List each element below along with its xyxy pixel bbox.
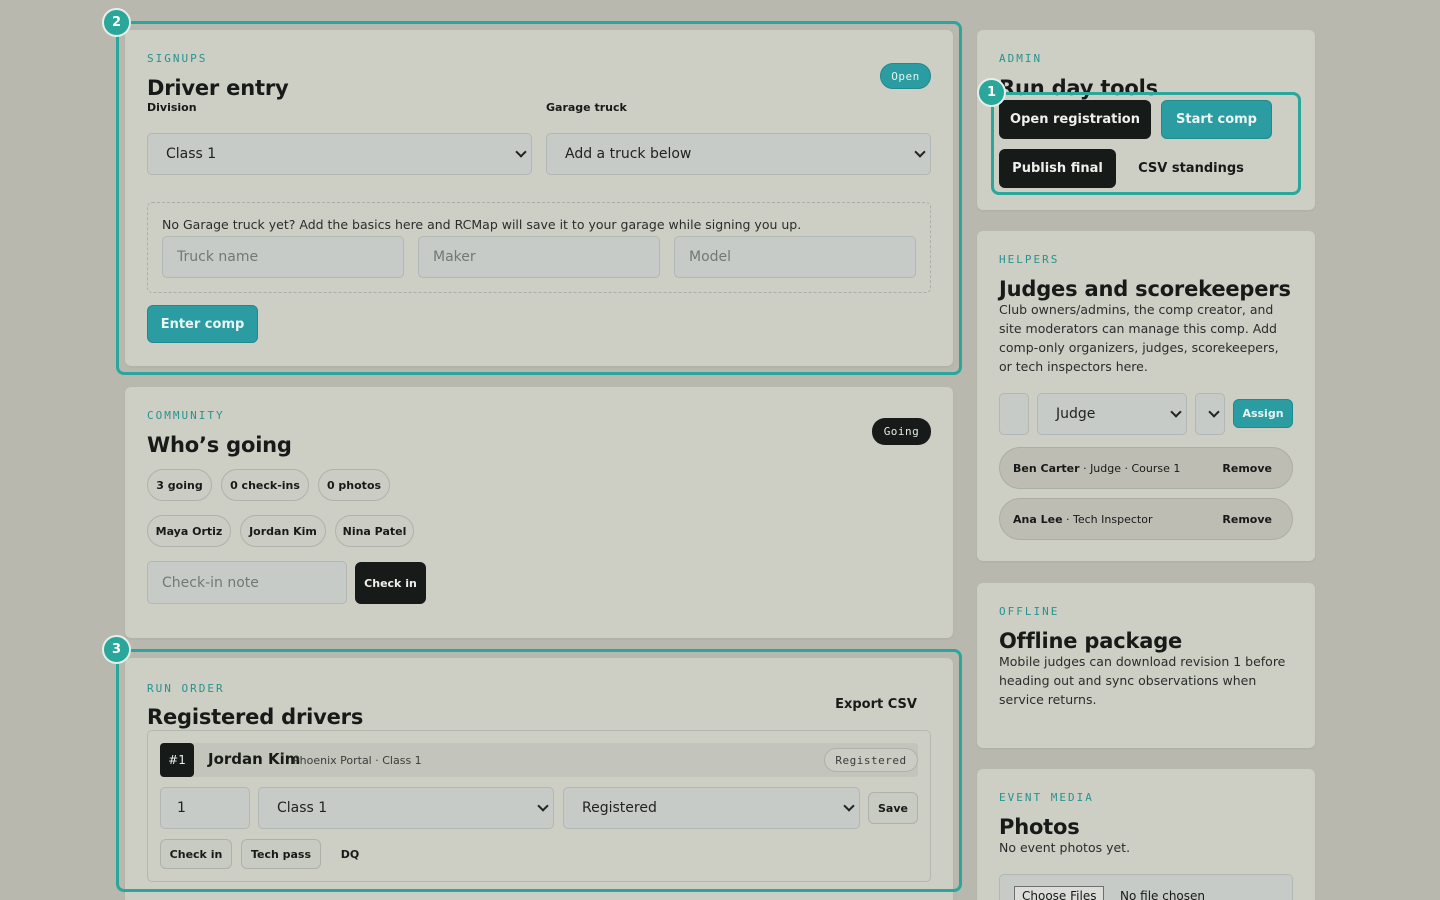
driver-meta: Phoenix Portal · Class 1 [293, 754, 422, 767]
tech-pass-button[interactable]: Tech pass [241, 839, 321, 869]
community-eyebrow: COMMUNITY [147, 409, 225, 422]
driver-status-select-value: Registered [582, 800, 657, 816]
dq-button[interactable]: DQ [330, 839, 370, 869]
start-comp-button[interactable]: Start comp [1161, 100, 1272, 139]
checkins-count-pill: 0 check-ins [221, 469, 309, 501]
helpers-title: Judges and scorekeepers [999, 277, 1291, 301]
helper-info: Ben Carter · Judge · Course 1 [1013, 462, 1180, 475]
helper-user-input[interactable] [999, 393, 1029, 435]
step-marker-2: 2 [102, 8, 131, 37]
helpers-description: Club owners/admins, the comp creator, an… [999, 302, 1279, 374]
enter-comp-button[interactable]: Enter comp [147, 305, 258, 343]
helper-name: Ana Lee [1013, 512, 1063, 526]
signups-title: Driver entry [147, 76, 289, 100]
division-label: Division [147, 101, 197, 114]
publish-final-button[interactable]: Publish final [999, 149, 1116, 188]
helper-role: · Judge · Course 1 [1079, 461, 1181, 475]
helpers-eyebrow: HELPERS [999, 253, 1060, 266]
driver-status-select[interactable]: Registered [563, 787, 860, 829]
helper-row: Ana Lee · Tech Inspector Remove [999, 498, 1293, 540]
check-in-button[interactable]: Check in [355, 562, 426, 604]
attendee-pill[interactable]: Maya Ortiz [147, 515, 231, 547]
garage-truck-select[interactable]: Add a truck below [546, 133, 931, 175]
model-input[interactable]: Model [674, 236, 916, 278]
media-title: Photos [999, 815, 1080, 839]
division-select-value: Class 1 [166, 146, 217, 162]
admin-card: ADMIN Run day tools Open registration St… [977, 30, 1315, 210]
helper-row: Ben Carter · Judge · Course 1 Remove [999, 447, 1293, 489]
driver-class-select[interactable]: Class 1 [258, 787, 554, 829]
step-marker-1: 1 [977, 78, 1006, 107]
helper-name: Ben Carter [1013, 461, 1080, 475]
garage-truck-select-value: Add a truck below [565, 146, 692, 162]
community-title: Who’s going [147, 433, 292, 457]
signups-card: SIGNUPS Driver entry Open Division Class… [125, 30, 953, 366]
admin-title: Run day tools [999, 76, 1158, 100]
attendee-pill[interactable]: Nina Patel [335, 515, 414, 547]
driver-card: #1 Jordan Kim Phoenix Portal · Class 1 R… [147, 730, 931, 882]
chevron-down-icon [515, 146, 527, 158]
driver-class-select-value: Class 1 [277, 800, 328, 816]
offline-description: Mobile judges can download revision 1 be… [999, 654, 1286, 707]
community-card: COMMUNITY Who’s going Going 3 going 0 ch… [125, 387, 953, 638]
open-status-badge: Open [880, 63, 931, 89]
save-driver-button[interactable]: Save [868, 792, 918, 824]
media-description: No event photos yet. [999, 840, 1131, 855]
offline-card: OFFLINE Offline package Mobile judges ca… [977, 583, 1315, 748]
run-order-eyebrow: RUN ORDER [147, 682, 225, 695]
step-marker-3: 3 [102, 635, 131, 664]
remove-helper-button[interactable]: Remove [1222, 513, 1272, 526]
driver-name: Jordan Kim [208, 750, 301, 768]
offline-title: Offline package [999, 629, 1183, 653]
going-status-badge: Going [872, 418, 931, 445]
maker-input[interactable]: Maker [418, 236, 660, 278]
driver-check-in-button[interactable]: Check in [160, 839, 232, 869]
run-order-title: Registered drivers [147, 705, 364, 729]
helpers-card: HELPERS Judges and scorekeepers Club own… [977, 231, 1315, 561]
garage-truck-label: Garage truck [546, 101, 627, 114]
offline-eyebrow: OFFLINE [999, 605, 1060, 618]
no-file-chosen-text: No file chosen [1120, 889, 1206, 900]
helper-role-select[interactable]: Judge [1037, 393, 1187, 435]
registered-status-badge: Registered [824, 748, 918, 772]
csv-standings-button[interactable]: CSV standings [1125, 149, 1257, 188]
assign-button[interactable]: Assign [1233, 399, 1293, 428]
file-upload-field[interactable]: Choose Files No file chosen [999, 874, 1293, 900]
open-registration-button[interactable]: Open registration [999, 100, 1151, 139]
admin-eyebrow: ADMIN [999, 52, 1043, 65]
chevron-down-icon [537, 800, 549, 812]
going-count-pill: 3 going [147, 469, 212, 501]
truck-name-input[interactable]: Truck name [162, 236, 404, 278]
media-eyebrow: EVENT MEDIA [999, 791, 1094, 804]
chevron-down-icon [1170, 406, 1182, 418]
new-truck-box: No Garage truck yet? Add the basics here… [147, 202, 931, 293]
division-select[interactable]: Class 1 [147, 133, 532, 175]
driver-header-row: #1 Jordan Kim Phoenix Portal · Class 1 R… [160, 743, 918, 777]
chevron-down-icon [843, 800, 855, 812]
helper-role: · Tech Inspector [1062, 512, 1153, 526]
chevron-down-icon [1208, 406, 1220, 418]
run-order-number-value: 1 [177, 800, 186, 816]
helper-info: Ana Lee · Tech Inspector [1013, 513, 1152, 526]
new-truck-hint: No Garage truck yet? Add the basics here… [162, 217, 802, 232]
checkin-note-input[interactable]: Check-in note [147, 561, 347, 604]
chevron-down-icon [914, 146, 926, 158]
export-csv-button[interactable]: Export CSV [830, 691, 922, 717]
signups-eyebrow: SIGNUPS [147, 52, 208, 65]
run-number-badge: #1 [160, 743, 194, 777]
run-order-number-input[interactable]: 1 [160, 787, 250, 829]
helper-course-select[interactable] [1195, 393, 1225, 435]
remove-helper-button[interactable]: Remove [1222, 462, 1272, 475]
helper-role-select-value: Judge [1056, 406, 1096, 422]
attendee-pill[interactable]: Jordan Kim [240, 515, 326, 547]
media-card: EVENT MEDIA Photos No event photos yet. … [977, 769, 1315, 900]
photos-count-pill: 0 photos [318, 469, 390, 501]
run-order-card: RUN ORDER Registered drivers Export CSV … [125, 658, 953, 900]
choose-files-button[interactable]: Choose Files [1014, 886, 1105, 900]
